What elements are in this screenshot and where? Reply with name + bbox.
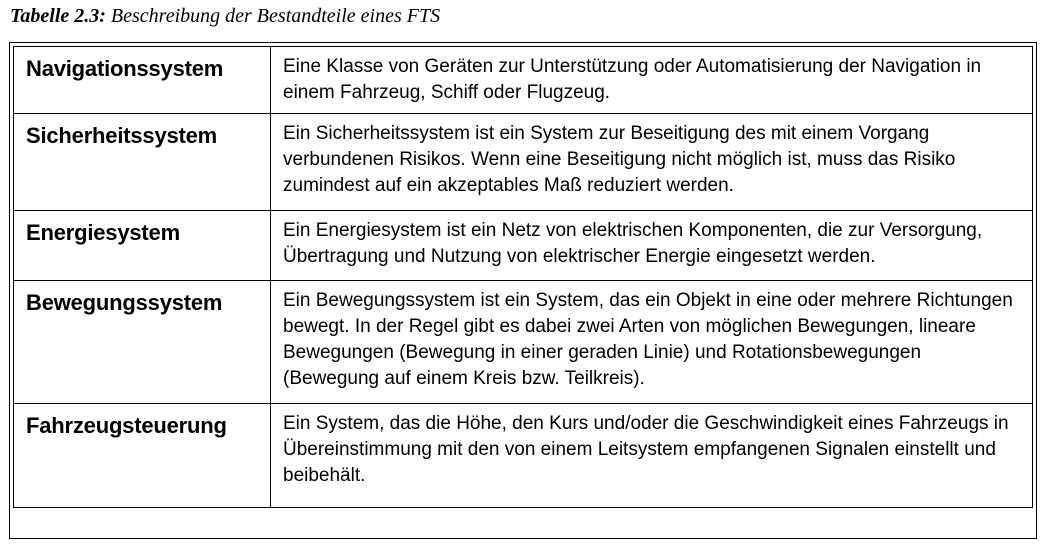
table-caption-label: Tabelle 2.3: xyxy=(10,5,106,27)
definition-cell: Ein Bewegungssystem ist ein System, das … xyxy=(270,280,1033,404)
table-row: Bewegungssystem Ein Bewegungssystem ist … xyxy=(13,280,1033,404)
definition-cell: Ein Energiesystem ist ein Netz von elekt… xyxy=(270,210,1033,281)
table-row: Sicherheitssystem Ein Sicherheitssystem … xyxy=(13,113,1033,211)
table-row: Navigationssystem Eine Klasse von Geräte… xyxy=(13,46,1033,114)
table-row: Energiesystem Ein Energiesystem ist ein … xyxy=(13,210,1033,281)
definition-cell: Ein System, das die Höhe, den Kurs und/o… xyxy=(270,403,1033,508)
components-table: Navigationssystem Eine Klasse von Geräte… xyxy=(13,46,1033,508)
term-cell: Bewegungssystem xyxy=(13,280,271,404)
table-frame: Navigationssystem Eine Klasse von Geräte… xyxy=(9,42,1037,539)
term-cell: Sicherheitssystem xyxy=(13,113,271,211)
term-cell: Navigationssystem xyxy=(13,46,271,114)
table-caption: Tabelle 2.3: Beschreibung der Bestandtei… xyxy=(10,5,440,28)
term-cell: Energiesystem xyxy=(13,210,271,281)
definition-cell: Ein Sicherheitssystem ist ein System zur… xyxy=(270,113,1033,211)
table-row: Fahrzeugsteuerung Ein System, das die Hö… xyxy=(13,403,1033,508)
definition-cell: Eine Klasse von Geräten zur Unterstützun… xyxy=(270,46,1033,114)
table-caption-text: Beschreibung der Bestandteile eines FTS xyxy=(110,5,441,27)
term-cell: Fahrzeugsteuerung xyxy=(13,403,271,508)
